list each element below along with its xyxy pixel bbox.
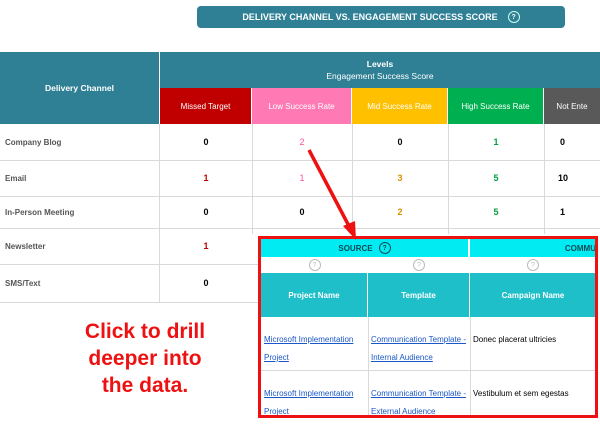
callout-line: the data.: [101, 374, 189, 397]
callout-line: deeper into: [88, 347, 202, 370]
callout-line: Click to drill: [84, 320, 206, 343]
callout-text: Click to drill deeper into the data.: [40, 318, 250, 399]
